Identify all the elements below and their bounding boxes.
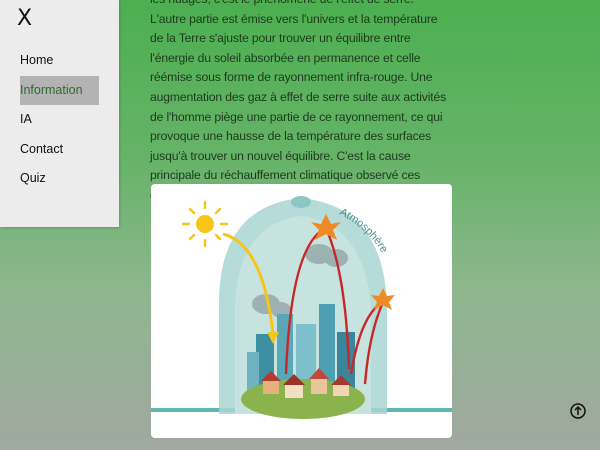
sidebar-item-quiz[interactable]: Quiz bbox=[20, 164, 99, 193]
arrow-up-circle-icon bbox=[570, 403, 586, 419]
greenhouse-svg: Atmosphère bbox=[151, 196, 452, 419]
sidebar-item-contact[interactable]: Contact bbox=[20, 135, 99, 164]
greenhouse-illustration: Atmosphère bbox=[151, 184, 452, 438]
sidebar-item-ia[interactable]: IA bbox=[20, 105, 99, 134]
dome-knob bbox=[291, 196, 311, 208]
sun-icon bbox=[181, 200, 229, 248]
sidebar-item-information[interactable]: Information bbox=[20, 76, 99, 105]
sidebar-item-home[interactable]: Home bbox=[20, 46, 99, 75]
scroll-top-button[interactable] bbox=[570, 403, 586, 419]
greenhouse-paragraph: les nuages, c'est le phénomène de l'effe… bbox=[150, 0, 447, 202]
close-icon[interactable]: X bbox=[17, 6, 32, 31]
sidebar-menu: X Home Information IA Contact Quiz bbox=[0, 0, 119, 227]
